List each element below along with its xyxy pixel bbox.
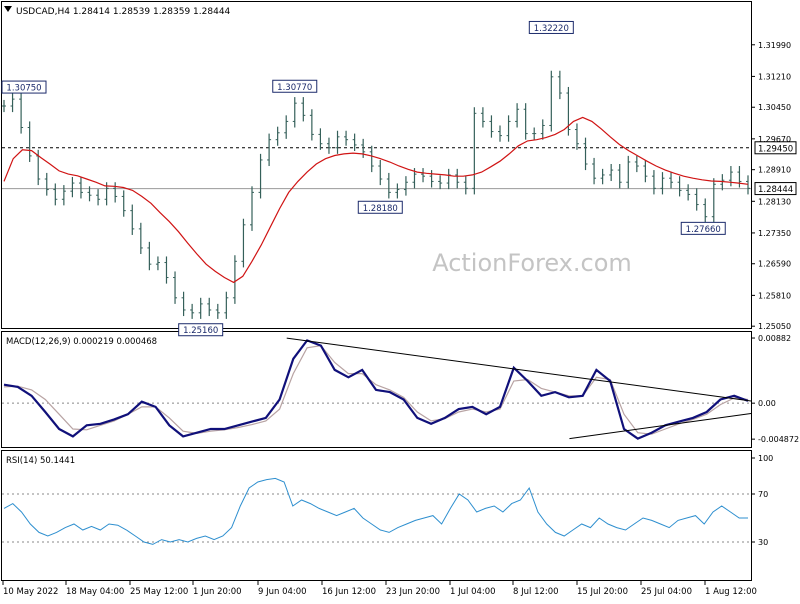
x-tick-label: 23 Jun 20:00 [386, 587, 440, 597]
price-y-tick-label: 1.26590 [758, 260, 791, 269]
chart-svg: ActionForex.com USDCAD,H4 1.28414 1.2853… [1, 1, 799, 597]
pivot-label-text: 1.28180 [363, 204, 398, 214]
x-tick-label: 18 May 04:00 [66, 587, 124, 597]
x-tick-label: 8 Jul 12:00 [513, 587, 559, 597]
macd-y-tick-label: -0.004872 [758, 435, 799, 444]
price-y-tick-label: 1.27350 [758, 229, 791, 238]
chart-window: ActionForex.com USDCAD,H4 1.28414 1.2853… [0, 0, 800, 600]
reference-label-text: 1.28444 [758, 185, 793, 195]
macd-y-tick-label: 0.00 [758, 399, 776, 408]
x-tick-label: 16 Jun 12:00 [322, 587, 376, 597]
price-y-tick-label: 1.28130 [758, 197, 791, 206]
x-tick-label: 10 May 2022 [3, 587, 58, 597]
reference-label-text: 1.29450 [758, 144, 793, 154]
pivot-label-text: 1.27660 [686, 225, 721, 235]
pivot-label-text: 1.30770 [277, 83, 312, 93]
x-tick-label: 9 Jun 04:00 [258, 587, 307, 597]
x-tick-label: 1 Jun 20:00 [193, 587, 242, 597]
watermark-text: ActionForex.com [432, 249, 632, 277]
x-tick-label: 15 Jul 20:00 [577, 587, 628, 597]
pivot-label-text: 1.30750 [6, 84, 41, 94]
x-tick-label: 1 Aug 12:00 [705, 587, 757, 597]
price-y-tick-label: 1.31990 [758, 41, 791, 50]
rsi-y-tick-label: 70 [758, 490, 768, 499]
price-y-tick-label: 1.25810 [758, 291, 791, 300]
macd-y-tick-label: 0.00882 [758, 334, 791, 343]
rsi-y-tick-label: 30 [758, 538, 768, 547]
price-panel-frame [1, 1, 752, 329]
pivot-label-text: 1.25160 [183, 326, 218, 336]
x-tick-label: 25 May 12:00 [130, 587, 188, 597]
pivot-label-text: 1.32220 [534, 24, 569, 34]
x-axis: 10 May 2022 18 May 04:00 25 May 12:00 1 Jun… [2, 581, 757, 597]
x-tick-label: 1 Jul 04:00 [450, 587, 496, 597]
price-y-tick-label: 1.31210 [758, 72, 791, 81]
price-y-tick-label: 1.25050 [758, 322, 791, 331]
header: USDCAD,H4 1.28414 1.28539 1.28359 1.2844… [4, 6, 231, 17]
rsi-panel-frame [1, 450, 752, 581]
price-panel-title: USDCAD,H4 1.28414 1.28539 1.28359 1.2844… [16, 7, 231, 17]
rsi-y-tick-label: 100 [758, 454, 773, 463]
price-y-tick-label: 1.30450 [758, 103, 791, 112]
x-tick-label: 25 Jul 04:00 [641, 587, 692, 597]
rsi-panel-title: RSI(14) 50.1441 [6, 456, 75, 466]
macd-panel-title: MACD(12,26,9) 0.000219 0.000468 [6, 337, 157, 347]
price-y-tick-label: 1.28910 [758, 166, 791, 175]
